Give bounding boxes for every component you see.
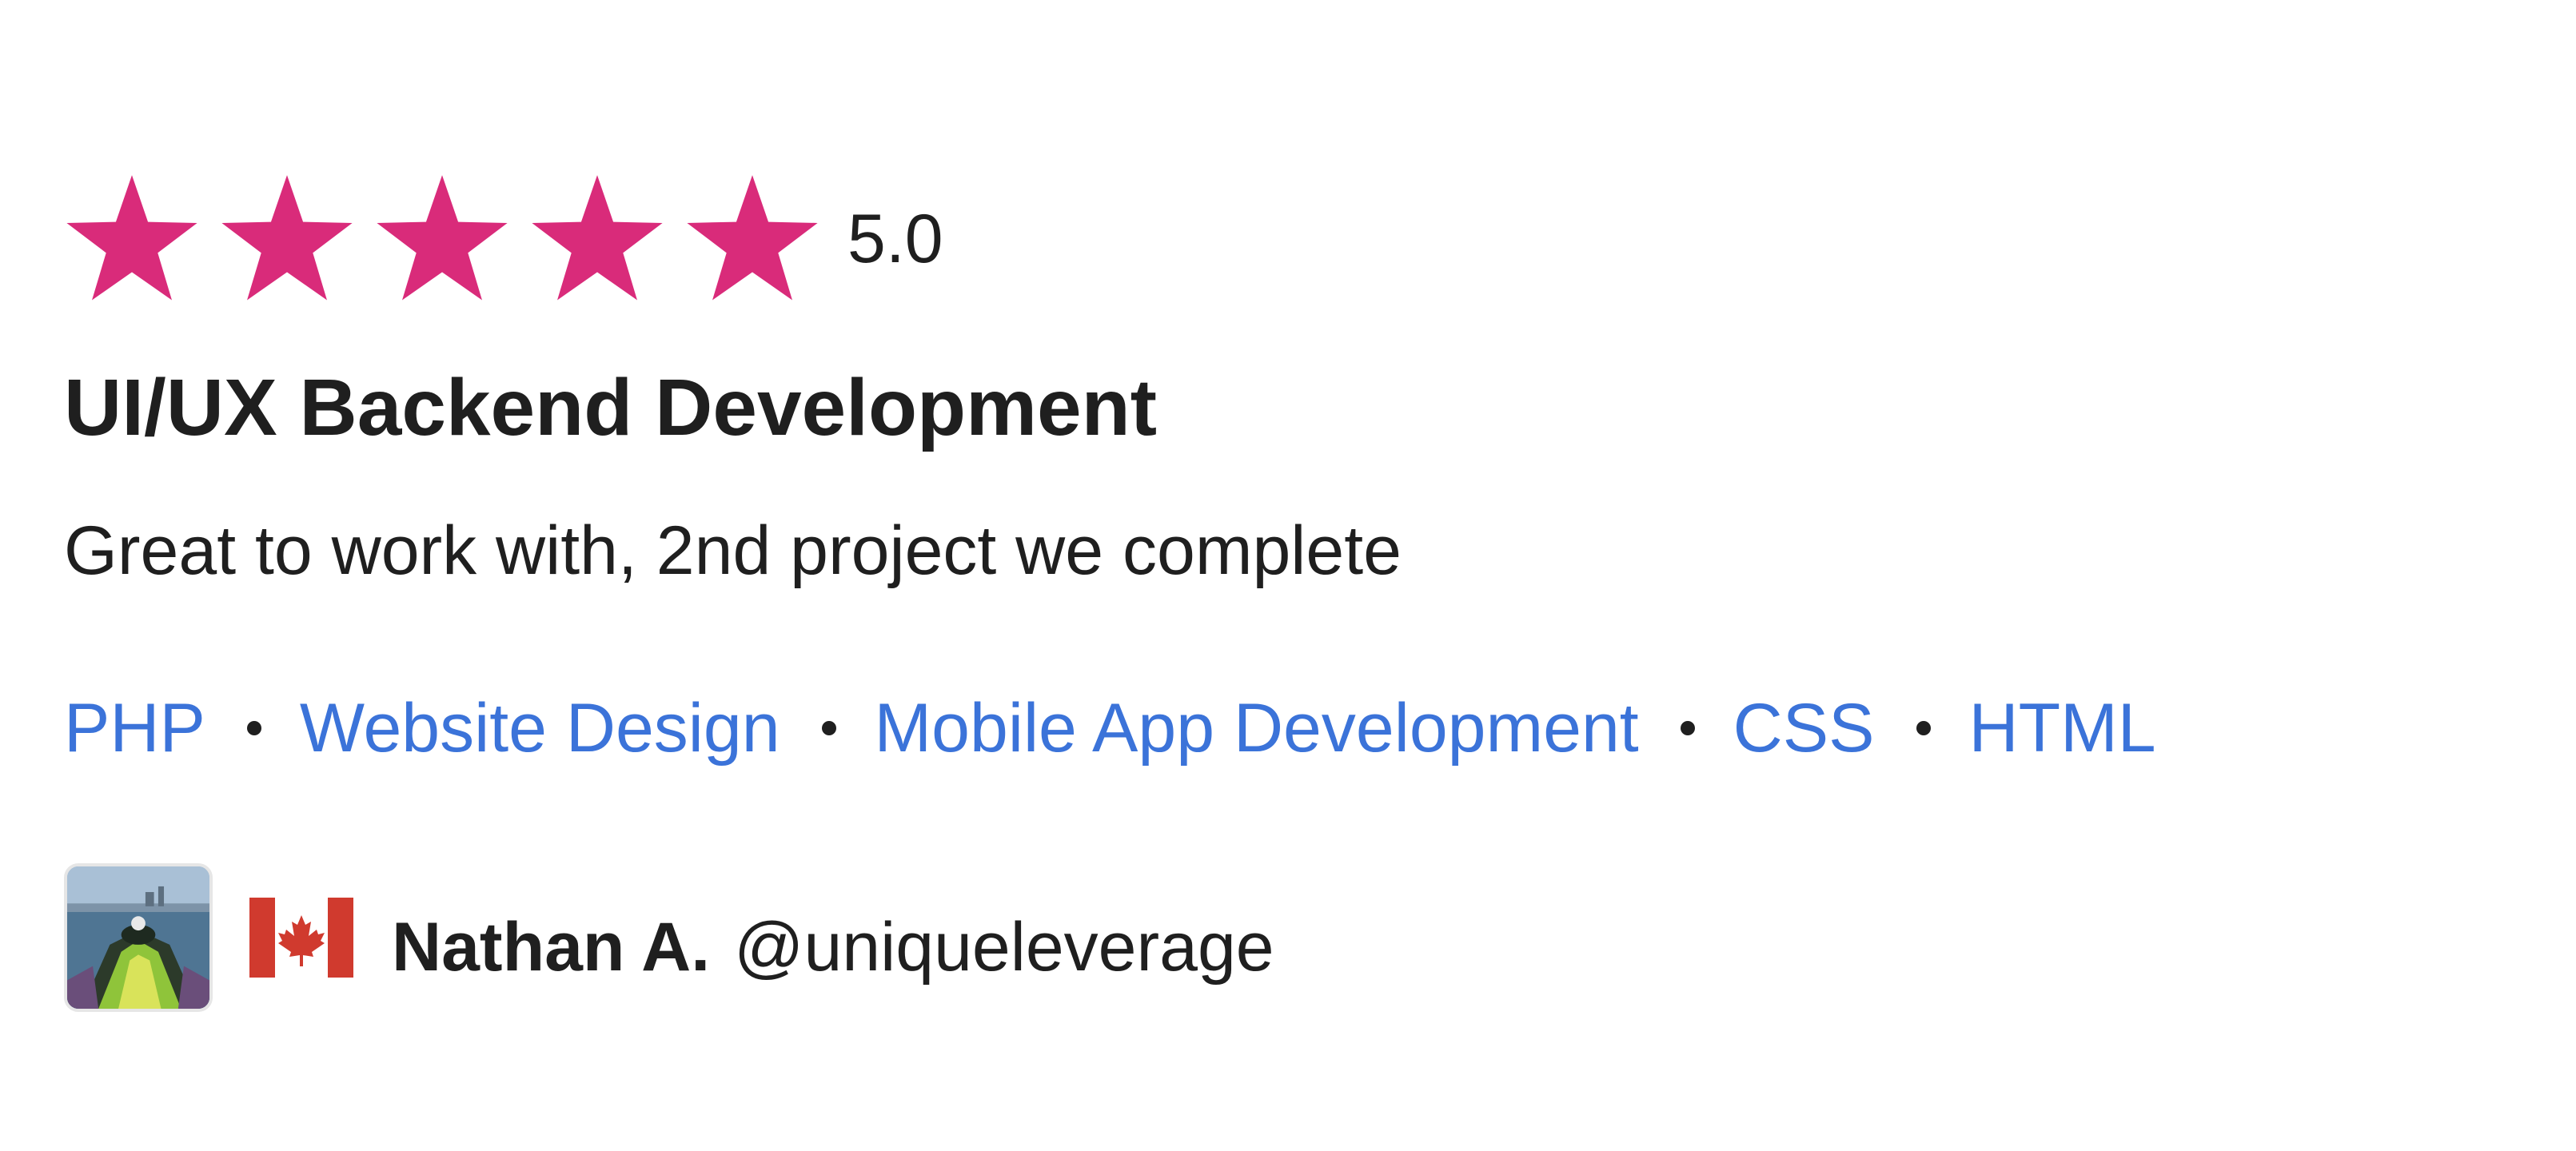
star-icon	[684, 171, 820, 307]
separator-dot	[821, 721, 836, 736]
canada-flag-icon	[249, 898, 353, 978]
skill-link-website-design[interactable]: Website Design	[300, 689, 780, 768]
star-icon	[374, 171, 510, 307]
star-icon	[219, 171, 355, 307]
skill-link-mobile-app-development[interactable]: Mobile App Development	[875, 689, 1639, 768]
avatar[interactable]	[64, 863, 213, 1012]
review-title: UI/UX Backend Development	[64, 363, 1158, 452]
skill-link-html[interactable]: HTML	[1969, 689, 2156, 768]
separator-dot	[1680, 721, 1695, 736]
reviewer-info: Nathan A. @uniqueleverage	[64, 860, 1274, 1015]
rating-row: 5.0	[64, 171, 943, 307]
review-card: 5.0 UI/UX Backend Development Great to w…	[64, 0, 2510, 1151]
skill-link-css[interactable]: CSS	[1733, 689, 1875, 768]
reviewer-handle[interactable]: @uniqueleverage	[734, 908, 1274, 987]
rating-value: 5.0	[847, 201, 943, 277]
review-comment: Great to work with, 2nd project we compl…	[64, 512, 1402, 589]
star-rating	[64, 171, 841, 307]
skill-list: PHP Website Design Mobile App Developmen…	[64, 689, 2156, 768]
separator-dot	[246, 721, 261, 736]
skill-link-php[interactable]: PHP	[64, 689, 205, 768]
star-icon	[64, 171, 200, 307]
separator-dot	[1916, 721, 1931, 736]
reviewer-name[interactable]: Nathan A.	[392, 908, 710, 987]
star-icon	[529, 171, 665, 307]
